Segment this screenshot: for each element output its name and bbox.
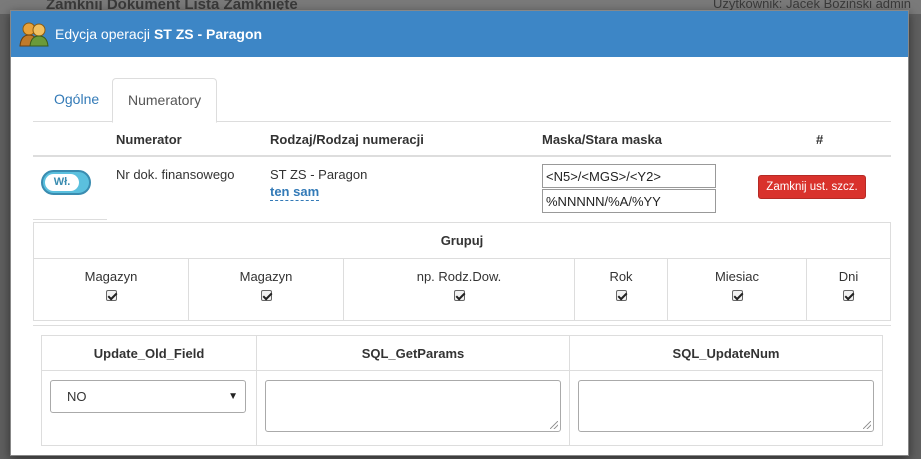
checkbox-day[interactable] <box>843 290 854 301</box>
group-cell: Magazyn <box>33 258 189 321</box>
tab-numerators[interactable]: Numeratory <box>112 78 218 123</box>
group-label: Magazyn <box>239 269 293 284</box>
sql-getparams-textarea[interactable] <box>265 380 561 432</box>
group-label: Rok <box>609 269 633 284</box>
toggle-label: Wł. <box>45 174 79 191</box>
checkbox-doc-type[interactable] <box>453 290 465 301</box>
section-divider <box>33 325 891 326</box>
group-cell: Miesiac <box>667 258 807 321</box>
edit-operation-dialog: Edycja operacji ST ZS - Paragon Ogólne Nu… <box>10 10 909 456</box>
column-mask: Maska/Stara maska <box>542 132 662 147</box>
tab-bar: Ogólne Numeratory <box>33 78 891 123</box>
column-sql-getparams: SQL_GetParams <box>256 335 570 371</box>
close-settings-button[interactable]: Zamknij ust. szcz. <box>758 175 866 199</box>
update-old-field-cell: NO ▼ <box>41 370 257 446</box>
numerator-row: Wł. Nr dok. finansowego ST ZS - Paragon … <box>33 157 891 222</box>
group-label: Miesiac <box>714 269 760 284</box>
rodzaj-numeracji-link[interactable]: ten sam <box>270 184 320 201</box>
sql-updatenum-cell <box>569 370 883 446</box>
group-table: Grupuj Magazyn Magazyn np. Rodz.Dow. Rok… <box>33 222 891 321</box>
numerator-table-header: Numerator Rodzaj/Rodzaj numeracji Maska/… <box>33 122 891 157</box>
dialog-title: Edycja operacji ST ZS - Paragon <box>55 26 262 42</box>
old-mask-field[interactable] <box>542 189 716 213</box>
column-rodzaj: Rodzaj/Rodzaj numeracji <box>270 132 424 147</box>
group-label: Dni <box>838 269 859 284</box>
dialog-title-operation: ST ZS - Paragon <box>153 26 263 42</box>
checkbox-year[interactable] <box>615 290 627 301</box>
dialog-title-prefix: Edycja operacji <box>55 26 150 42</box>
column-sql-updatenum: SQL_UpdateNum <box>569 335 883 371</box>
group-cell: Dni <box>806 258 891 321</box>
group-label: Magazyn <box>84 269 138 284</box>
column-update-old-field: Update_Old_Field <box>41 335 257 371</box>
select-value: NO <box>67 389 87 404</box>
numerator-name: Nr dok. finansowego <box>116 167 235 182</box>
sql-getparams-cell <box>256 370 570 446</box>
column-numerator: Numerator <box>116 132 182 147</box>
row-divider <box>33 219 107 220</box>
group-cell: Rok <box>574 258 668 321</box>
resize-handle-icon[interactable] <box>863 421 871 429</box>
checkbox-warehouse-1[interactable] <box>105 290 117 301</box>
sql-updatenum-textarea[interactable] <box>578 380 874 432</box>
enabled-toggle[interactable]: Wł. <box>41 170 91 195</box>
checkbox-warehouse-2[interactable] <box>260 290 272 301</box>
users-icon <box>19 22 49 47</box>
mask-field[interactable] <box>542 164 716 188</box>
caret-down-icon: ▼ <box>228 391 238 402</box>
update-table: Update_Old_Field SQL_GetParams SQL_Updat… <box>41 335 883 446</box>
group-title: Grupuj <box>33 222 891 259</box>
dialog-header: Edycja operacji ST ZS - Paragon <box>11 11 908 57</box>
resize-handle-icon[interactable] <box>550 421 558 429</box>
update-old-field-select[interactable]: NO ▼ <box>50 380 246 413</box>
group-label: np. Rodz.Dow. <box>416 269 502 284</box>
rodzaj-value: ST ZS - Paragon <box>270 167 368 182</box>
group-cell: Magazyn <box>188 258 344 321</box>
tab-general[interactable]: Ogólne <box>39 78 114 122</box>
checkbox-month[interactable] <box>731 290 743 301</box>
group-cell: np. Rodz.Dow. <box>343 258 575 321</box>
column-hash: # <box>816 132 824 147</box>
